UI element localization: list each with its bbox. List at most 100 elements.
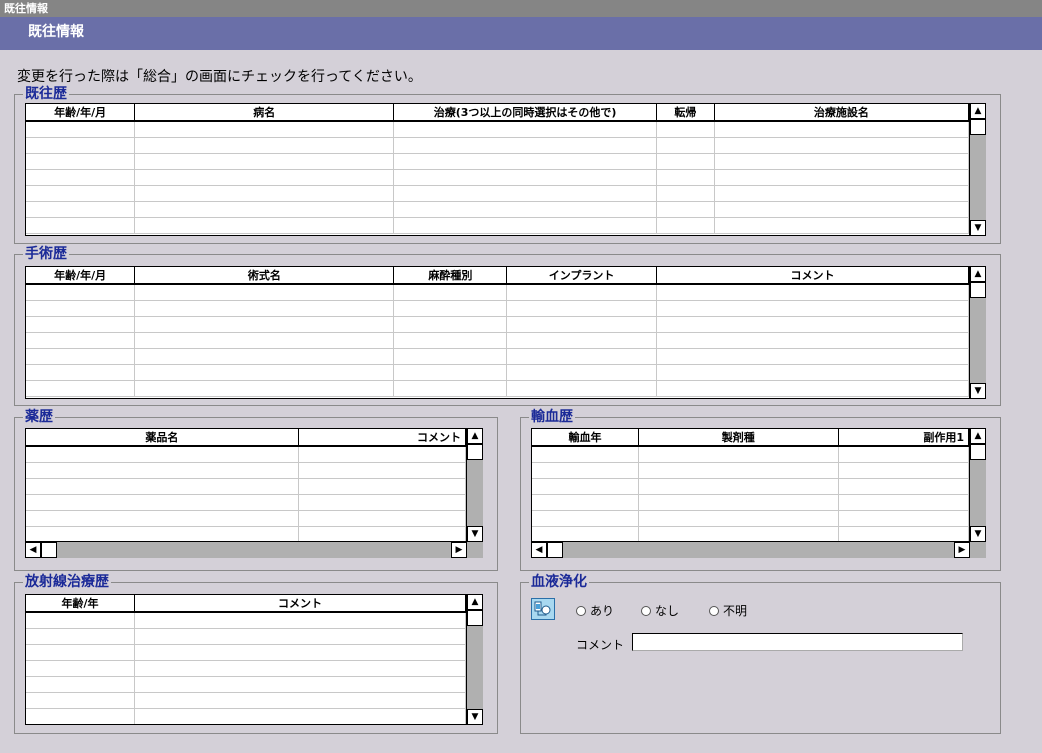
column-header[interactable]: 治療(3つ以上の同時選択はその他で) [393, 104, 657, 122]
column-header[interactable]: 麻酔種別 [393, 267, 508, 285]
radio-circle-icon[interactable] [576, 605, 586, 616]
scroll-thumb[interactable] [547, 542, 563, 558]
comment-label: コメント [576, 638, 625, 652]
table-row[interactable] [26, 284, 969, 301]
medication-hscroll[interactable]: ◀ ▶ [25, 542, 467, 558]
radiation-table[interactable]: 年齢/年 コメント [25, 594, 467, 725]
column-header[interactable]: 年齢/年/月 [26, 104, 136, 122]
table-row[interactable] [532, 526, 969, 541]
right-arrow-icon[interactable]: ▶ [954, 542, 970, 558]
scroll-thumb[interactable] [41, 542, 57, 558]
table-row[interactable] [26, 169, 969, 186]
column-header[interactable]: コメント [298, 429, 466, 447]
table-row[interactable] [532, 494, 969, 511]
table-row[interactable] [26, 121, 969, 138]
scroll-thumb[interactable] [970, 282, 986, 298]
medication-vscroll[interactable]: ▲ ▼ [467, 428, 483, 542]
up-arrow-icon[interactable]: ▲ [467, 594, 483, 610]
medication-rows [26, 446, 466, 541]
table-row[interactable] [26, 676, 466, 693]
radiation-title: 放射線治療歴 [23, 573, 111, 591]
past-illness-table[interactable]: 年齢/年/月 病名 治療(3つ以上の同時選択はその他で) 転帰 治療施設名 [25, 103, 970, 236]
medication-table[interactable]: 薬品名 コメント [25, 428, 467, 542]
table-row[interactable] [26, 348, 969, 365]
column-header[interactable]: 術式名 [134, 267, 395, 285]
column-header[interactable]: 副作用1 [838, 429, 969, 447]
scroll-thumb[interactable] [970, 444, 986, 460]
left-arrow-icon[interactable]: ◀ [531, 542, 547, 558]
down-arrow-icon[interactable]: ▼ [467, 709, 483, 725]
table-row[interactable] [26, 612, 466, 629]
table-row[interactable] [26, 462, 466, 479]
surgery-vscroll[interactable]: ▲ ▼ [970, 266, 986, 399]
table-row[interactable] [26, 644, 466, 661]
table-row[interactable] [532, 510, 969, 527]
column-header[interactable]: 病名 [134, 104, 395, 122]
column-header[interactable]: 薬品名 [26, 429, 299, 447]
comment-input[interactable] [632, 633, 963, 651]
scroll-corner [467, 542, 483, 558]
table-row[interactable] [26, 628, 466, 645]
table-row[interactable] [26, 316, 969, 333]
table-row[interactable] [26, 300, 969, 317]
radio-option-yes[interactable]: あり [576, 602, 614, 619]
column-header[interactable]: 治療施設名 [714, 104, 969, 122]
column-header[interactable]: 輸血年 [532, 429, 639, 447]
table-row[interactable] [26, 708, 466, 724]
table-row[interactable] [26, 446, 466, 463]
table-row[interactable] [532, 478, 969, 495]
table-row[interactable] [26, 153, 969, 170]
table-row[interactable] [26, 380, 969, 397]
radio-label: 不明 [723, 604, 748, 618]
column-header[interactable]: インプラント [506, 267, 657, 285]
column-header[interactable]: コメント [656, 267, 969, 285]
dialysis-icon[interactable] [531, 598, 555, 620]
scroll-thumb[interactable] [467, 610, 483, 626]
transfusion-table[interactable]: 輸血年 製剤種 副作用1 [531, 428, 970, 542]
table-row[interactable] [26, 494, 466, 511]
column-header[interactable]: 年齢/年 [26, 595, 135, 613]
past-illness-vscroll[interactable]: ▲ ▼ [970, 103, 986, 236]
down-arrow-icon[interactable]: ▼ [970, 383, 986, 399]
surgery-rows [26, 284, 969, 397]
radio-option-unknown[interactable]: 不明 [709, 602, 747, 619]
table-row[interactable] [26, 692, 466, 709]
table-row[interactable] [532, 462, 969, 479]
radio-circle-icon[interactable] [709, 605, 719, 616]
past-illness-title: 既往歴 [23, 85, 69, 103]
up-arrow-icon[interactable]: ▲ [970, 103, 986, 119]
table-row[interactable] [26, 526, 466, 541]
down-arrow-icon[interactable]: ▼ [970, 526, 986, 542]
up-arrow-icon[interactable]: ▲ [970, 428, 986, 444]
column-header[interactable]: コメント [134, 595, 466, 613]
transfusion-title: 輸血歴 [529, 408, 575, 426]
table-row[interactable] [26, 185, 969, 202]
table-row[interactable] [532, 446, 969, 463]
table-row[interactable] [26, 478, 466, 495]
right-arrow-icon[interactable]: ▶ [451, 542, 467, 558]
table-row[interactable] [26, 201, 969, 218]
left-arrow-icon[interactable]: ◀ [25, 542, 41, 558]
radio-option-no[interactable]: なし [641, 602, 679, 619]
past-illness-rows [26, 121, 969, 234]
surgery-table[interactable]: 年齢/年/月 術式名 麻酔種別 インプラント コメント [25, 266, 970, 399]
table-row[interactable] [26, 510, 466, 527]
table-row[interactable] [26, 137, 969, 154]
up-arrow-icon[interactable]: ▲ [467, 428, 483, 444]
column-header[interactable]: 製剤種 [638, 429, 839, 447]
table-row[interactable] [26, 364, 969, 381]
table-row[interactable] [26, 217, 969, 234]
table-row[interactable] [26, 660, 466, 677]
up-arrow-icon[interactable]: ▲ [970, 266, 986, 282]
table-row[interactable] [26, 332, 969, 349]
transfusion-hscroll[interactable]: ◀ ▶ [531, 542, 970, 558]
radio-circle-icon[interactable] [641, 605, 651, 616]
down-arrow-icon[interactable]: ▼ [970, 220, 986, 236]
down-arrow-icon[interactable]: ▼ [467, 526, 483, 542]
scroll-thumb[interactable] [970, 119, 986, 135]
transfusion-vscroll[interactable]: ▲ ▼ [970, 428, 986, 542]
scroll-thumb[interactable] [467, 444, 483, 460]
column-header[interactable]: 転帰 [656, 104, 715, 122]
radiation-vscroll[interactable]: ▲ ▼ [467, 594, 483, 725]
column-header[interactable]: 年齢/年/月 [26, 267, 136, 285]
